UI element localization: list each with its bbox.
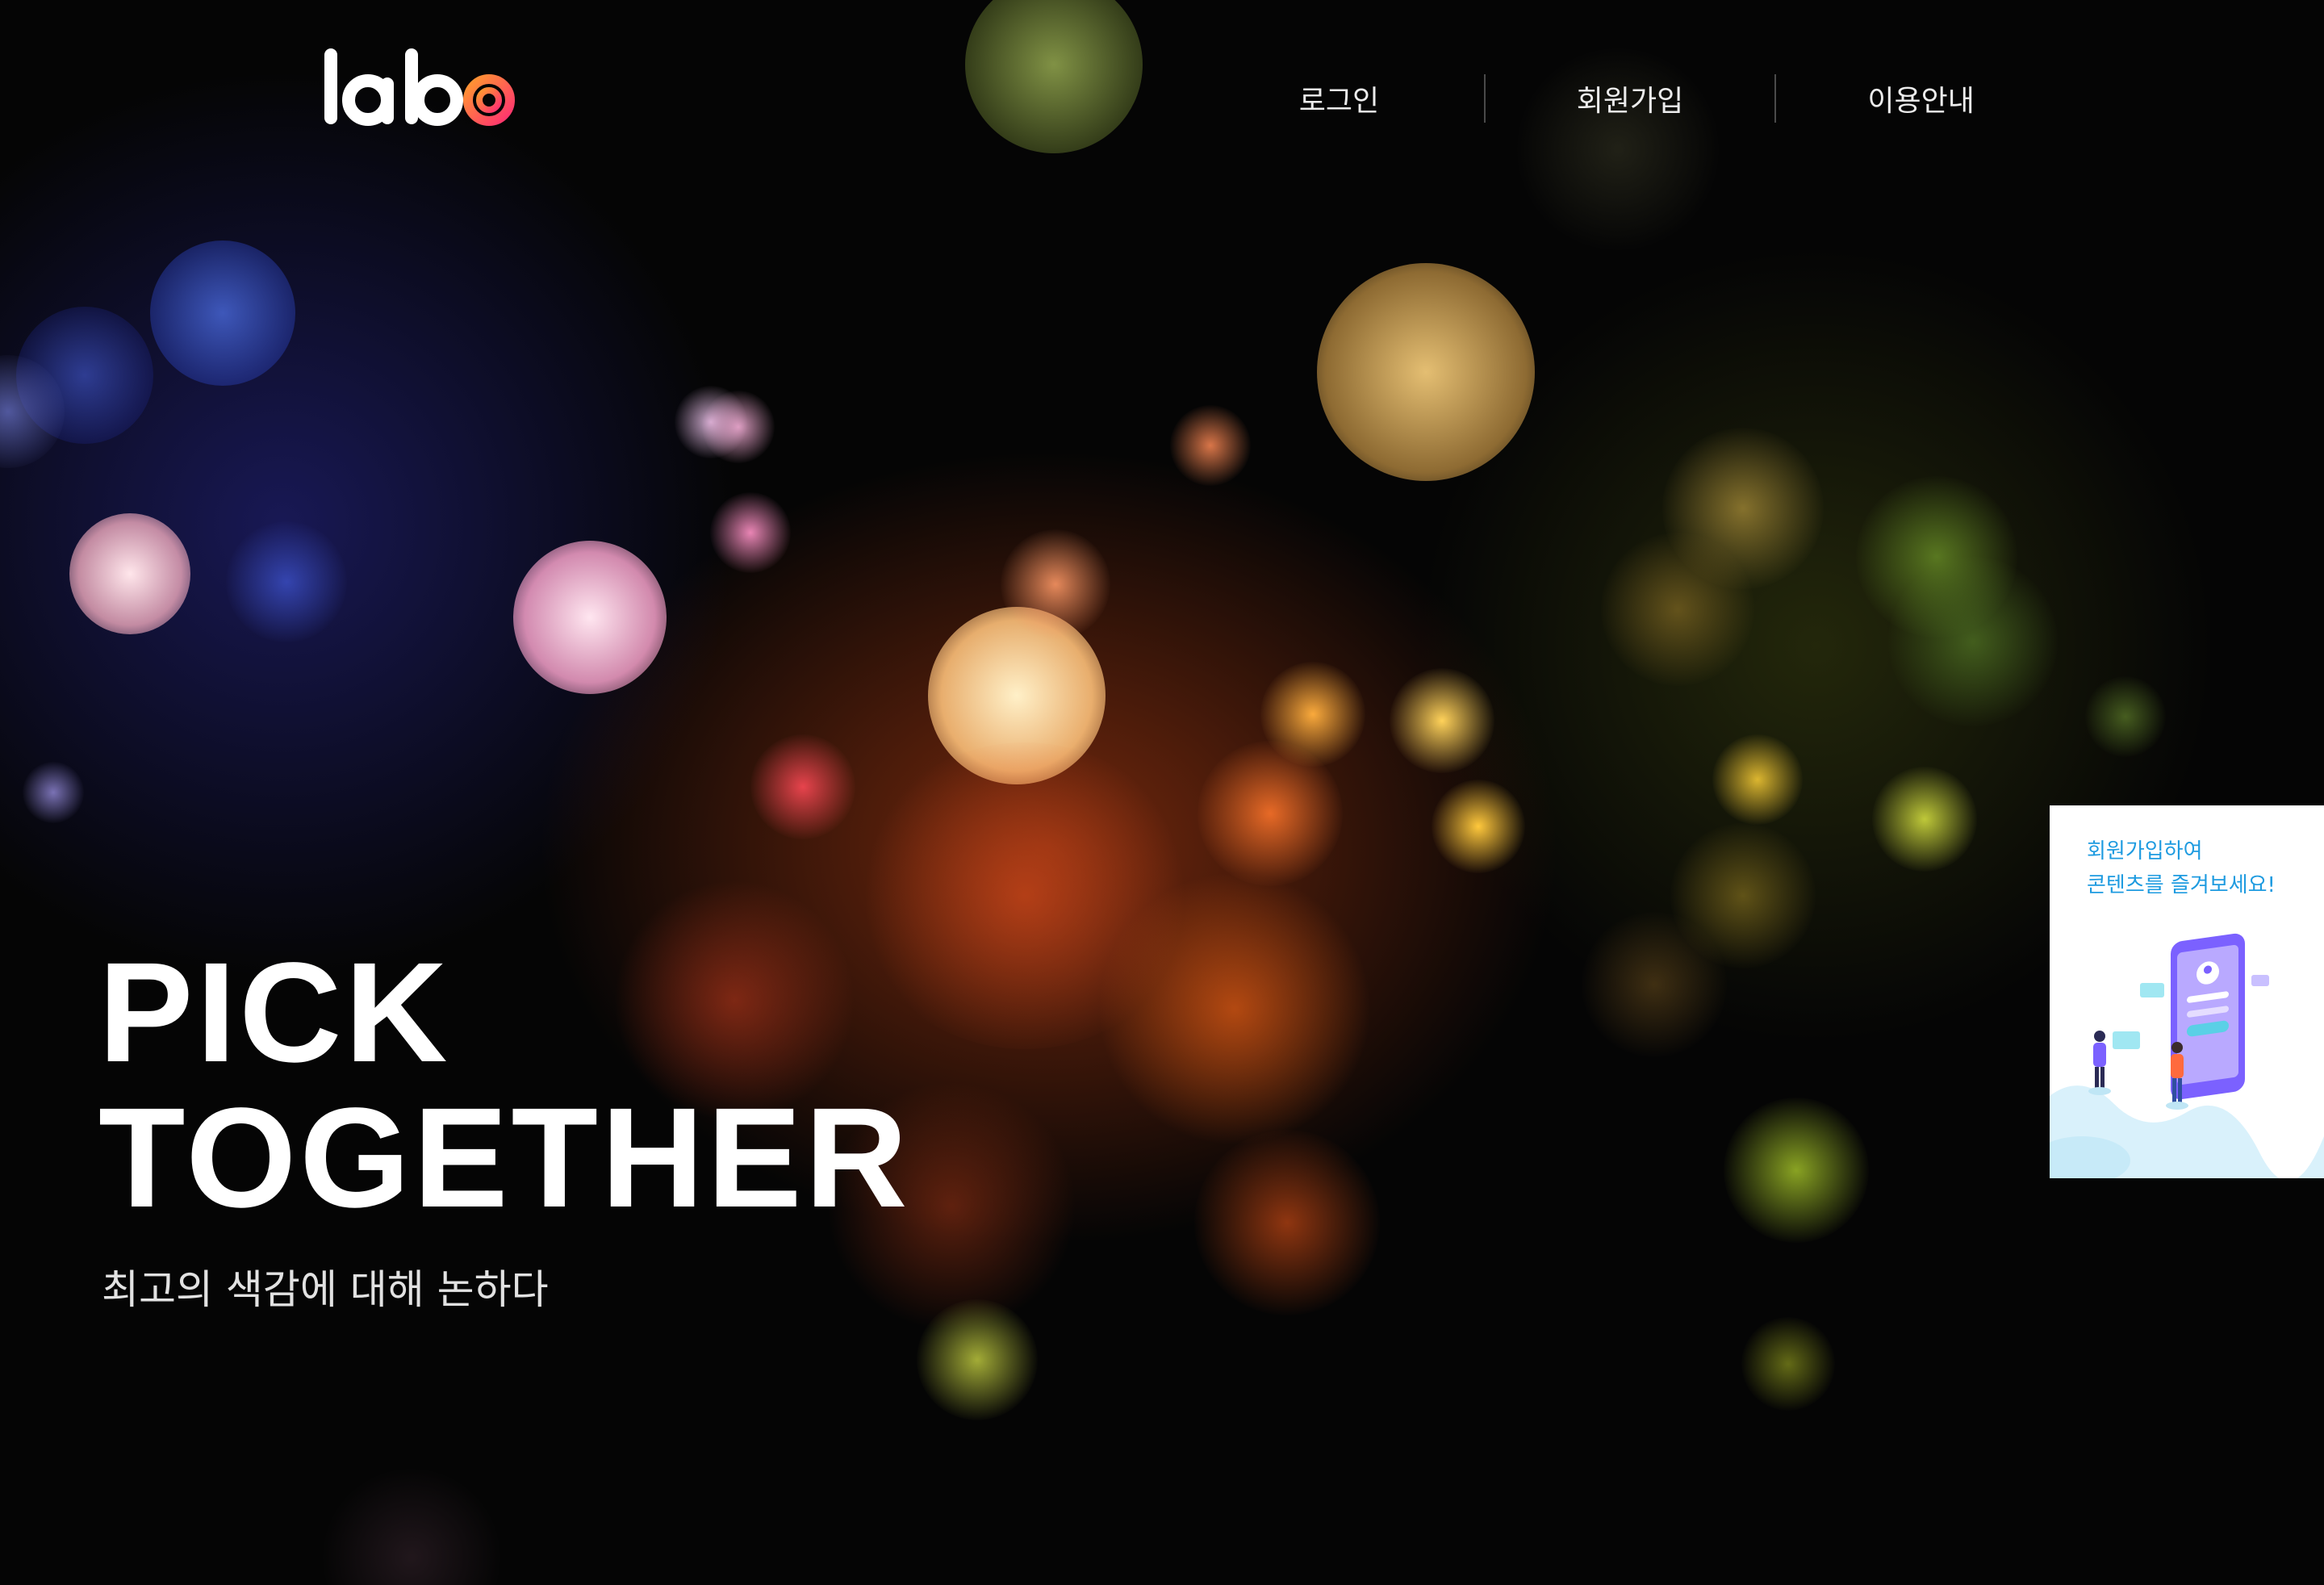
hero-headline: PICK TOGETHER [98,940,911,1231]
bokeh-light [1712,734,1803,825]
bokeh-light [323,1469,500,1585]
nav-guide[interactable]: 이용안내 [1776,65,2066,132]
signup-illustration-icon [2050,933,2324,1178]
bokeh-light [702,391,775,463]
top-nav: 로그인 회원가입 이용안내 [1194,65,2066,132]
bokeh-light [1724,1098,1869,1243]
signup-promo-banner[interactable]: 회원가입하여 콘텐츠를 즐겨보세요! [2050,805,2324,1178]
labo-logo-icon [324,48,515,126]
bokeh-light [1317,263,1535,481]
bokeh-light [1601,533,1754,686]
bokeh-light [23,762,84,823]
hero-headline-line1: PICK [98,934,451,1092]
bokeh-light [1198,741,1343,886]
bokeh-light [2085,676,2166,757]
hero-headline-line2: TOGETHER [98,1079,911,1237]
bokeh-light [1001,529,1110,639]
bokeh-light [965,0,1143,153]
bokeh-light [513,541,667,694]
bokeh-light [1097,872,1372,1146]
site-logo[interactable] [321,42,515,132]
bokeh-light [1582,912,1727,1057]
bokeh-light [69,513,190,634]
nav-signup[interactable]: 회원가입 [1486,65,1775,132]
bokeh-light [1741,1317,1835,1411]
hero-subheadline: 최고의 색감에 대해 논하다 [102,1266,549,1313]
bokeh-light [1390,668,1494,773]
bokeh-light [917,1299,1038,1420]
hero-section [0,0,2324,1585]
bokeh-light [1432,780,1525,873]
promo-text: 회원가입하여 콘텐츠를 즐겨보세요! [2087,834,2276,902]
bokeh-light [1872,767,1977,872]
nav-login[interactable]: 로그인 [1194,65,1484,132]
promo-line2: 콘텐츠를 즐겨보세요! [2087,873,2276,897]
bokeh-light [750,734,855,839]
bokeh-light [150,240,295,386]
bokeh-light [1170,405,1251,486]
promo-line1: 회원가입하여 [2087,839,2203,864]
bokeh-light [226,521,347,642]
bokeh-light [1194,1130,1380,1315]
bokeh-light [710,492,791,573]
bokeh-light [1888,557,2058,726]
